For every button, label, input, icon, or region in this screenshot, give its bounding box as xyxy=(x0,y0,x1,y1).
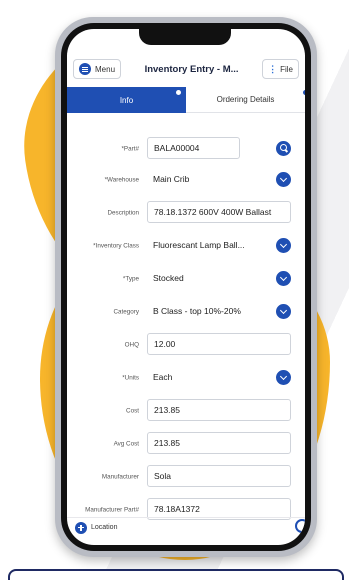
tab-ordering-details[interactable]: Ordering Details xyxy=(186,87,305,113)
location-button[interactable]: Location xyxy=(67,517,305,537)
form-row-part: *Part# BALA00004 xyxy=(67,137,305,160)
field-label: Manufacturer xyxy=(101,472,139,480)
form-row-ohq: OHQ 12.00 xyxy=(67,333,305,356)
field-label: *Inventory Class xyxy=(93,241,139,249)
field-label: Avg Cost xyxy=(113,439,139,447)
field-label: *Type xyxy=(122,274,139,282)
manufacturer-input[interactable]: Sola xyxy=(147,465,291,487)
tab-indicator-dot xyxy=(176,90,181,95)
form-row-warehouse: *Warehouse Main Crib xyxy=(67,168,305,191)
warehouse-select[interactable]: Main Crib xyxy=(147,168,269,190)
menu-icon xyxy=(79,63,91,75)
file-label: File xyxy=(280,64,293,74)
ohq-input[interactable]: 12.00 xyxy=(147,333,291,355)
field-label: *Warehouse xyxy=(104,175,139,183)
search-icon[interactable] xyxy=(276,141,291,156)
menu-button[interactable]: Menu xyxy=(73,59,122,79)
field-label: *Part# xyxy=(121,144,139,152)
field-label: OHQ xyxy=(124,340,139,348)
field-label: Cost xyxy=(126,406,139,414)
category-select[interactable]: B Class - top 10%-20% xyxy=(147,300,269,322)
chevron-down-icon[interactable] xyxy=(276,370,291,385)
field-label: *Units xyxy=(122,373,139,381)
chevron-down-icon[interactable] xyxy=(276,172,291,187)
file-button[interactable]: ⋮ File xyxy=(262,59,299,79)
type-select[interactable]: Stocked xyxy=(147,267,269,289)
form-row-avg-cost: Avg Cost 213.85 xyxy=(67,432,305,455)
tab-bar: Info Ordering Details xyxy=(67,87,305,113)
phone-frame: Menu Inventory Entry - M... ⋮ File Info … xyxy=(55,17,317,557)
menu-label: Menu xyxy=(95,64,116,74)
phone-screen: Menu Inventory Entry - M... ⋮ File Info … xyxy=(67,29,305,545)
form-row-units: *Units Each xyxy=(67,366,305,389)
floating-action-icon[interactable] xyxy=(295,519,305,533)
tab-indicator-dot xyxy=(303,90,305,95)
inventory-class-select[interactable]: Fluorescant Lamp Ball... xyxy=(147,234,269,256)
bottom-frame-bar xyxy=(8,569,344,580)
description-input[interactable]: 78.18.1372 600V 400W Ballast xyxy=(147,201,291,223)
avg-cost-input[interactable]: 213.85 xyxy=(147,432,291,454)
field-label: Category xyxy=(113,307,139,315)
tab-info[interactable]: Info xyxy=(67,87,186,113)
form-row-cost: Cost 213.85 xyxy=(67,399,305,422)
form-row-inventory-class: *Inventory Class Fluorescant Lamp Ball..… xyxy=(67,234,305,257)
form-row-type: *Type Stocked xyxy=(67,267,305,290)
chevron-down-icon[interactable] xyxy=(276,271,291,286)
form-row-description: Description 78.18.1372 600V 400W Ballast xyxy=(67,201,305,224)
phone-notch xyxy=(139,29,231,45)
chevron-down-icon[interactable] xyxy=(276,304,291,319)
cost-input[interactable]: 213.85 xyxy=(147,399,291,421)
page-title: Inventory Entry - M... xyxy=(144,63,239,75)
phone-bezel: Menu Inventory Entry - M... ⋮ File Info … xyxy=(61,23,311,551)
tab-label: Info xyxy=(119,95,134,105)
field-label: Description xyxy=(107,208,140,216)
field-label: Manufacturer Part# xyxy=(85,505,139,513)
form-row-category: Category B Class - top 10%-20% xyxy=(67,300,305,323)
app-header: Menu Inventory Entry - M... ⋮ File xyxy=(67,55,305,83)
tab-label: Ordering Details xyxy=(216,95,275,104)
plus-icon xyxy=(75,521,87,534)
location-label: Location xyxy=(91,524,118,531)
form-row-manufacturer: Manufacturer Sola xyxy=(67,465,305,488)
units-select[interactable]: Each xyxy=(147,366,269,388)
kebab-icon: ⋮ xyxy=(268,63,278,74)
chevron-down-icon[interactable] xyxy=(276,238,291,253)
part-number-input[interactable]: BALA00004 xyxy=(147,137,240,159)
